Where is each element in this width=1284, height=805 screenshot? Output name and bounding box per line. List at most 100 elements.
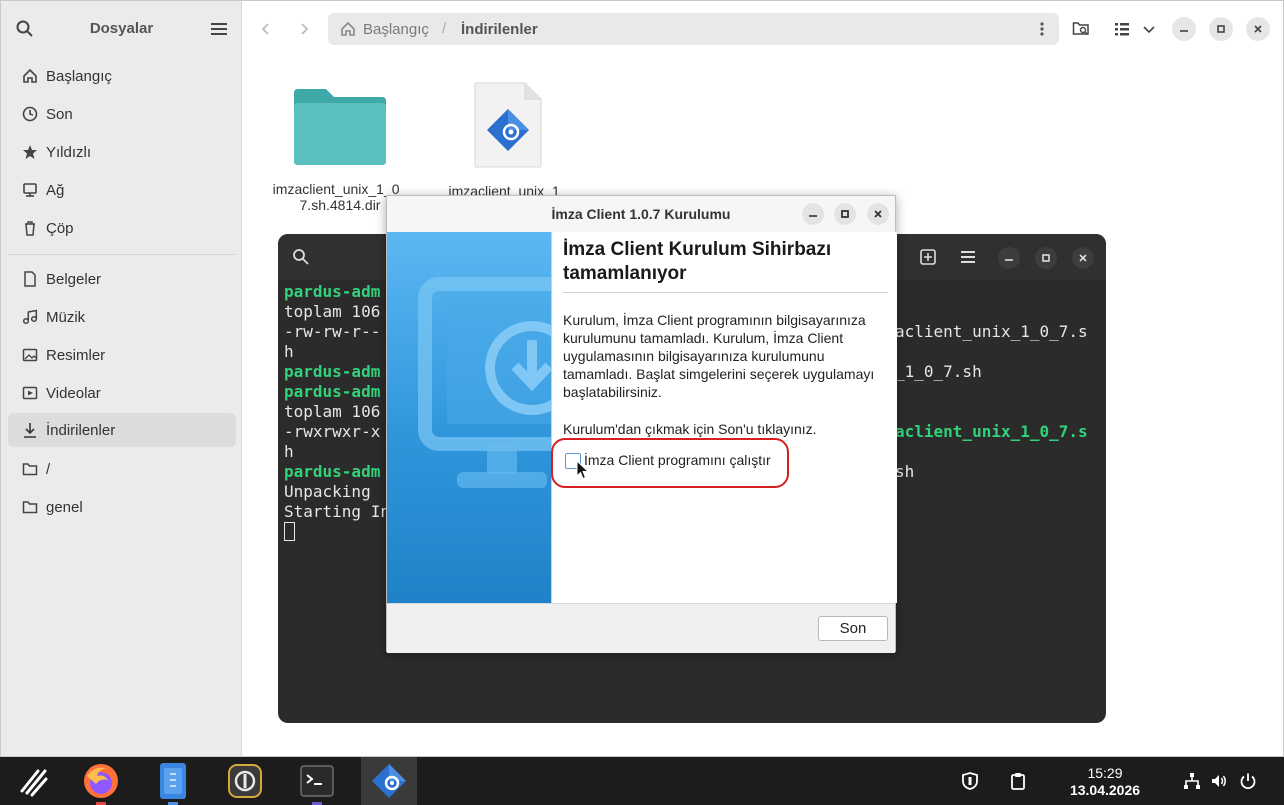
sidebar: Dosyalar Başlangıç Son Yıldızlı Ağ Çöp B… (1, 1, 242, 756)
clock-icon (22, 106, 38, 122)
sidebar-item-label: Müzik (46, 308, 86, 326)
volume-icon[interactable] (1209, 771, 1229, 791)
sidebar-item-root[interactable]: / (8, 452, 236, 486)
sidebar-item-label: Ağ (46, 181, 65, 199)
run-program-option[interactable]: İmza Client programını çalıştır (551, 438, 898, 488)
chevron-down-icon[interactable] (1139, 19, 1159, 39)
sidebar-item-label: Resimler (46, 346, 106, 364)
sidebar-item-videos[interactable]: Videolar (8, 376, 236, 410)
sidebar-item-music[interactable]: Müzik (8, 300, 236, 334)
terminal-line: aclient_unix_1_0_7.s (895, 422, 1088, 441)
maximize-button[interactable] (1209, 17, 1233, 41)
sidebar-item-pictures[interactable]: Resimler (8, 338, 236, 372)
pardus-menu-icon[interactable] (6, 757, 62, 805)
terminal-line: pardus-adm (284, 282, 381, 301)
terminal-line: h (284, 442, 294, 461)
terminal-line: -rwxrwxr-x (284, 422, 381, 441)
imza-client-icon[interactable] (361, 757, 417, 805)
folder-search-icon[interactable] (1071, 19, 1091, 39)
sidebar-item-documents[interactable]: Belgeler (8, 262, 236, 296)
password-manager-icon[interactable] (217, 757, 273, 805)
terminal-line: sh (895, 462, 915, 481)
terminal-output-right: aclient_unix_1_0_7.s _1_0_7.sh aclient_u… (895, 322, 1088, 482)
sidebar-item-home[interactable]: Başlangıç (8, 59, 236, 93)
sidebar-item-label: Belgeler (46, 270, 102, 288)
network-icon (22, 182, 38, 198)
forward-button[interactable] (292, 17, 316, 41)
video-icon (22, 385, 38, 401)
folder-icon (294, 89, 386, 165)
power-icon[interactable] (1238, 771, 1258, 791)
trash-icon (22, 220, 38, 236)
installer-dialog: İmza Client 1.0.7 Kurulumu İmza Client K… (386, 195, 898, 653)
sidebar-item-label: Videolar (46, 384, 101, 402)
minimize-button[interactable] (998, 247, 1020, 269)
sidebar-header: Dosyalar (1, 1, 242, 57)
minimize-button[interactable] (1172, 17, 1196, 41)
minimize-button[interactable] (802, 203, 824, 225)
star-icon (22, 144, 38, 160)
image-icon (22, 347, 38, 363)
firefox-icon[interactable] (73, 757, 129, 805)
mouse-cursor-icon (576, 460, 590, 480)
maximize-button[interactable] (834, 203, 856, 225)
taskbar: 15:29 13.04.2026 (0, 757, 1284, 805)
hamburger-menu-icon[interactable] (959, 248, 977, 266)
sidebar-title: Dosyalar (89, 20, 154, 37)
network-icon[interactable] (1182, 771, 1202, 791)
terminal-line: -rw-rw-r-- (284, 322, 381, 341)
terminal-line: pardus-adm (284, 382, 381, 401)
music-icon (22, 309, 38, 325)
file-item-folder[interactable]: imzaclient_unix_1_0_7.sh.4814.dir (270, 79, 410, 213)
clipboard-icon[interactable] (1008, 771, 1028, 791)
terminal-line: Unpacking (284, 482, 371, 501)
maximize-button[interactable] (1035, 247, 1057, 269)
clock-date: 13.04.2026 (1069, 782, 1141, 798)
sidebar-item-starred[interactable]: Yıldızlı (8, 135, 236, 169)
dialog-heading: İmza Client Kurulum Sihirbazı tamamlanıy… (563, 239, 832, 284)
heading-divider (563, 292, 888, 293)
close-button[interactable] (867, 203, 889, 225)
sidebar-item-genel[interactable]: genel (8, 490, 236, 524)
files-icon[interactable] (145, 757, 201, 805)
terminal-icon[interactable] (289, 757, 345, 805)
file-item-installer[interactable]: imzaclient_unix_1_ (438, 79, 578, 199)
close-button[interactable] (1246, 17, 1270, 41)
breadcrumb-home[interactable]: Başlangıç (363, 21, 429, 38)
clock-time: 15:29 (1087, 765, 1123, 781)
sidebar-item-trash[interactable]: Çöp (8, 211, 236, 245)
home-icon (340, 21, 356, 37)
new-tab-icon[interactable] (919, 248, 937, 266)
kebab-menu-icon[interactable] (1034, 21, 1050, 37)
path-bar[interactable]: Başlangıç / İndirilenler (328, 13, 1059, 45)
folder-icon (22, 499, 38, 515)
search-icon[interactable] (292, 248, 310, 266)
breadcrumb-separator: / (442, 20, 447, 37)
terminal-line: pardus-adm (284, 462, 381, 481)
terminal-cursor-line (284, 522, 390, 542)
hamburger-menu-icon[interactable] (209, 19, 229, 39)
shield-icon[interactable] (960, 771, 980, 791)
finish-button[interactable]: Son (818, 616, 888, 641)
home-icon (22, 68, 38, 84)
sidebar-item-label: Yıldızlı (46, 143, 92, 161)
installer-file-icon (474, 82, 542, 168)
exit-instruction: Kurulum'dan çıkmak için Son'u tıklayınız… (563, 421, 817, 437)
list-view-icon[interactable] (1112, 19, 1132, 39)
breadcrumb-current[interactable]: İndirilenler (461, 21, 538, 38)
clock[interactable]: 15:29 13.04.2026 (1060, 765, 1150, 799)
sidebar-item-recent[interactable]: Son (8, 97, 236, 131)
sidebar-item-network[interactable]: Ağ (8, 173, 236, 207)
close-button[interactable] (1072, 247, 1094, 269)
sidebar-item-downloads[interactable]: İndirilenler (8, 413, 236, 447)
sidebar-item-label: Çöp (46, 219, 74, 237)
run-program-label[interactable]: İmza Client programını çalıştır (584, 452, 771, 468)
terminal-output: pardus-adm toplam 106 -rw-rw-r-- h pardus-ad… (284, 282, 390, 542)
terminal-line: h (284, 342, 294, 361)
back-button[interactable] (254, 17, 278, 41)
sidebar-item-label: İndirilenler (46, 421, 116, 439)
download-icon (22, 422, 38, 438)
